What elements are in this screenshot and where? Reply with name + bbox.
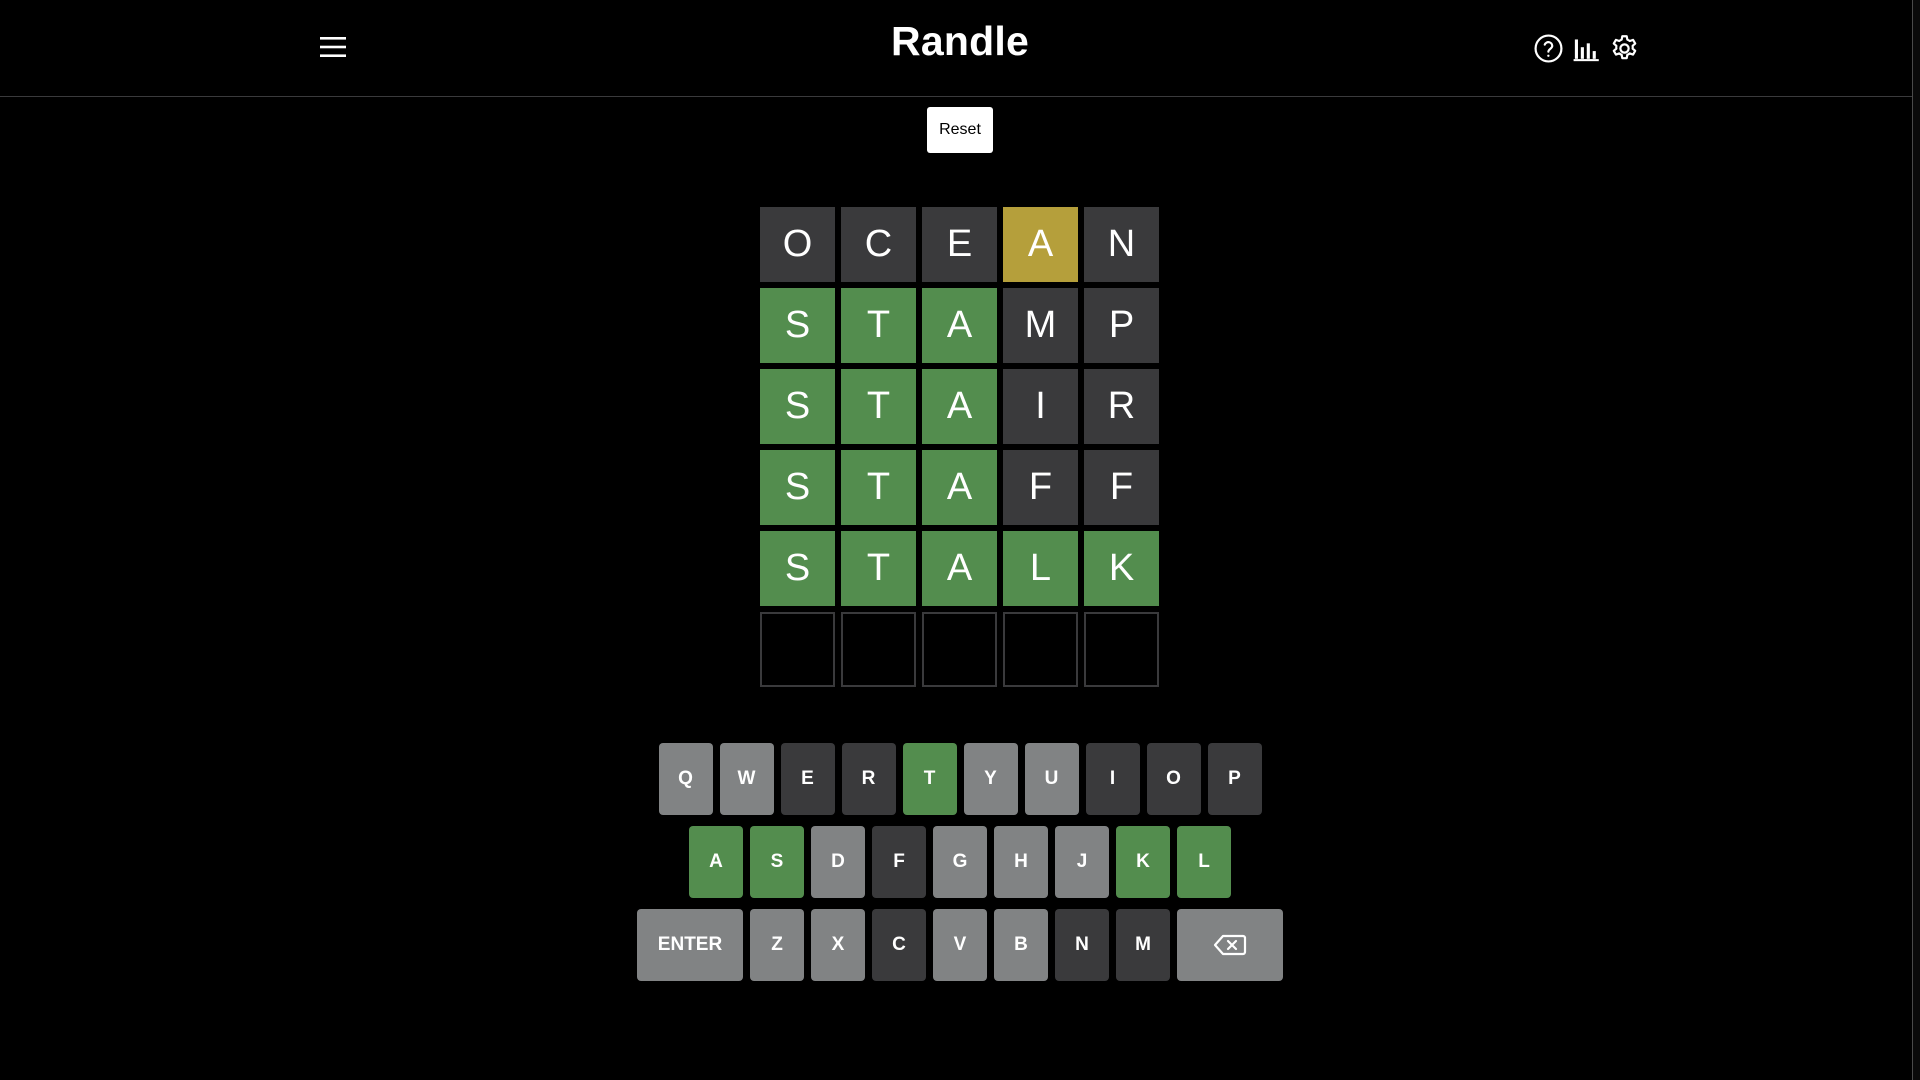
board-tile: T	[841, 531, 916, 606]
board-tile: T	[841, 450, 916, 525]
board-tile: R	[1084, 369, 1159, 444]
settings-icon[interactable]	[1609, 33, 1640, 64]
board-tile: S	[760, 288, 835, 363]
board-tile: A	[922, 369, 997, 444]
board-tile: S	[760, 531, 835, 606]
key-j[interactable]: J	[1055, 826, 1109, 898]
board-tile: F	[1084, 450, 1159, 525]
key-c[interactable]: C	[872, 909, 926, 981]
keyboard-row: QWERTYUIOP	[0, 743, 1920, 815]
key-x[interactable]: X	[811, 909, 865, 981]
board-tile: T	[841, 369, 916, 444]
board-tile: T	[841, 288, 916, 363]
key-y[interactable]: Y	[963, 743, 1018, 815]
app-root: Randle Reset OCEANSTAMPSTAIRSTAFFSTALK Q…	[0, 0, 1920, 1080]
key-b[interactable]: B	[994, 909, 1048, 981]
keyboard: Q W E R T Y U I O P A S D F G H J K L ENTER Z X C V B N M	[0, 743, 1920, 992]
key-l[interactable]: L	[1177, 826, 1231, 898]
board-tile: A	[922, 531, 997, 606]
key-k[interactable]: K	[1116, 826, 1170, 898]
board-tile: S	[760, 450, 835, 525]
board-tile: M	[1003, 288, 1078, 363]
key-e[interactable]: E	[780, 743, 835, 815]
help-icon[interactable]	[1533, 33, 1564, 64]
board-tile	[841, 612, 916, 687]
board-tile: S	[760, 369, 835, 444]
key-f[interactable]: F	[872, 826, 926, 898]
board-tile: N	[1084, 207, 1159, 282]
board-tile: K	[1084, 531, 1159, 606]
board-tile: O	[760, 207, 835, 282]
key-g[interactable]: G	[933, 826, 987, 898]
key-q[interactable]: Q	[658, 743, 713, 815]
key-o[interactable]: O	[1146, 743, 1201, 815]
board-tile	[1084, 612, 1159, 687]
key-s[interactable]: S	[750, 826, 804, 898]
key-p[interactable]: P	[1207, 743, 1262, 815]
board-tile	[922, 612, 997, 687]
key-v[interactable]: V	[933, 909, 987, 981]
board-tile	[760, 612, 835, 687]
board-tile: A	[922, 450, 997, 525]
backspace-key[interactable]	[1177, 909, 1283, 981]
board-tile	[1003, 612, 1078, 687]
key-z[interactable]: Z	[750, 909, 804, 981]
board-tile: A	[1003, 207, 1078, 282]
header-icons	[1533, 32, 1640, 64]
key-i[interactable]: I	[1085, 743, 1140, 815]
key-n[interactable]: N	[1055, 909, 1109, 981]
backspace-icon	[1213, 934, 1247, 956]
board-tile: P	[1084, 288, 1159, 363]
header: Randle	[0, 0, 1913, 97]
reset-button[interactable]: Reset	[927, 107, 993, 153]
stats-icon[interactable]	[1571, 33, 1602, 64]
board-tile: C	[841, 207, 916, 282]
key-m[interactable]: M	[1116, 909, 1170, 981]
board-tile: E	[922, 207, 997, 282]
board-tile: L	[1003, 531, 1078, 606]
key-w[interactable]: W	[719, 743, 774, 815]
board-tile: A	[922, 288, 997, 363]
key-h[interactable]: H	[994, 826, 1048, 898]
key-a[interactable]: A	[689, 826, 743, 898]
key-d[interactable]: D	[811, 826, 865, 898]
keyboard-row: ENTER Z X C V B N M	[0, 909, 1920, 981]
keyboard-row: ASDFGHJKL	[0, 826, 1920, 898]
board-tile: F	[1003, 450, 1078, 525]
key-r[interactable]: R	[841, 743, 896, 815]
key-u[interactable]: U	[1024, 743, 1079, 815]
key-t[interactable]: T	[902, 743, 957, 815]
board-tile: I	[1003, 369, 1078, 444]
game-board: OCEANSTAMPSTAIRSTAFFSTALK	[760, 207, 1160, 687]
enter-key[interactable]: ENTER	[637, 909, 743, 981]
